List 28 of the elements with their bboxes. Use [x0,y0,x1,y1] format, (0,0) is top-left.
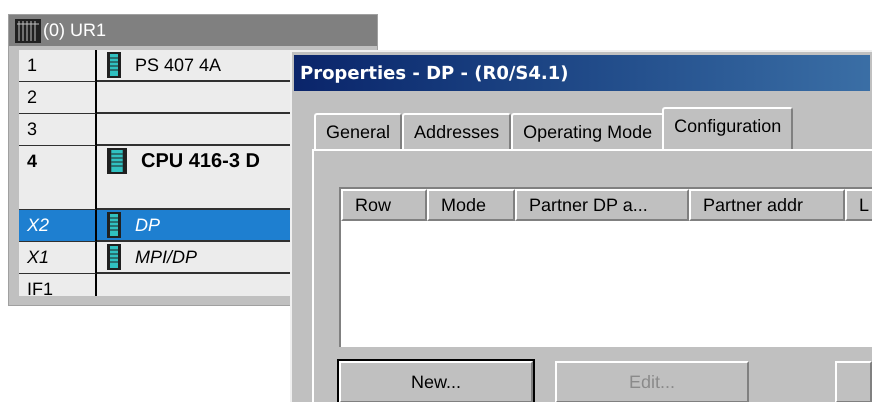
slot-cell: IF1 [19,274,97,296]
module-name: CPU 416-3 D [141,149,260,174]
slot-cell: 3 [19,114,97,146]
tab[interactable]: Operating Mode [511,113,664,149]
slot-cell: 1 [19,50,97,82]
module-name: MPI/DP [135,246,198,269]
slot-cell: X2 [19,210,97,242]
rack-row[interactable]: IF1 [19,274,377,296]
tab[interactable]: Configuration [662,107,794,149]
module-name: DP [135,214,160,237]
module-icon [107,52,121,78]
module-icon [107,212,121,238]
column-header[interactable]: Partner addr [689,189,845,221]
column-header[interactable]: Mode [427,189,515,221]
slot-cell: 2 [19,82,97,114]
dialog-button[interactable]: New... [339,361,533,402]
window-title: (0) UR1 [43,19,106,42]
module-icon [107,148,127,174]
module-icon [107,244,121,270]
column-header[interactable]: Row [341,189,427,221]
tab[interactable]: General [314,113,402,149]
slot-cell: X1 [19,242,97,274]
module-name: PS 407 4A [135,54,222,77]
partial-button[interactable] [835,361,872,402]
column-header[interactable]: L [845,189,872,221]
column-header[interactable]: Partner DP a... [515,189,689,221]
tab[interactable]: Addresses [402,113,512,149]
rack-icon [15,18,41,42]
